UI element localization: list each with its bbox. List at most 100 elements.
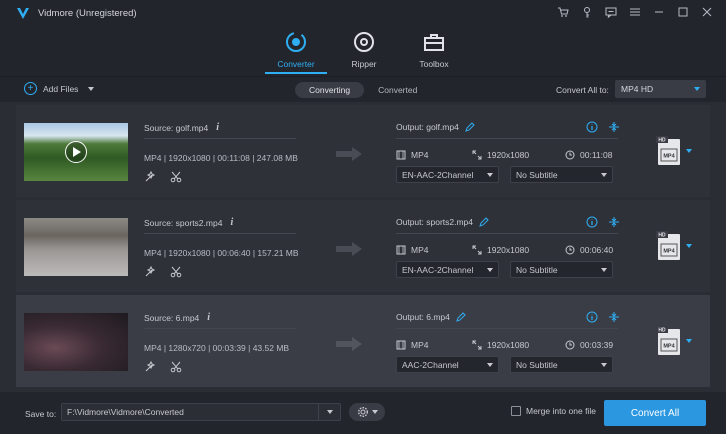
main-tabs-bar: Converter Ripper Toolbox bbox=[0, 27, 726, 77]
tab-converter[interactable]: Converter bbox=[261, 31, 331, 69]
chevron-down-icon[interactable] bbox=[88, 86, 95, 91]
edit-icon[interactable] bbox=[465, 122, 475, 132]
tab-toolbox-label: Toolbox bbox=[419, 59, 449, 69]
svg-text:MP4: MP4 bbox=[663, 154, 675, 160]
svg-text:HD: HD bbox=[658, 138, 666, 144]
add-files-button[interactable]: + Add Files bbox=[24, 82, 95, 95]
output-duration: 00:03:39 bbox=[565, 340, 613, 350]
save-to-label: Save to: bbox=[25, 409, 57, 419]
output-filename: Output: 6.mp4 bbox=[396, 312, 450, 322]
vidmore-logo-icon bbox=[17, 7, 29, 19]
subtitle-select[interactable]: No Subtitle bbox=[510, 166, 613, 183]
maximize-icon[interactable] bbox=[676, 5, 690, 19]
converted-toggle[interactable]: Converted bbox=[364, 82, 431, 98]
video-thumbnail[interactable] bbox=[24, 313, 128, 371]
svg-text:MP4: MP4 bbox=[663, 249, 675, 255]
output-info: Output: sports2.mp4 bbox=[396, 217, 489, 227]
scissors-icon[interactable] bbox=[170, 361, 182, 373]
arrow-right-icon bbox=[336, 337, 362, 351]
subtitle-select[interactable]: No Subtitle bbox=[510, 261, 613, 278]
audio-track-value: EN-AAC-2Channel bbox=[402, 170, 474, 180]
file-row[interactable]: Source: 6.mp4 i MP4 | 1280x720 | 00:03:3… bbox=[16, 295, 710, 387]
add-files-label: Add Files bbox=[43, 83, 79, 94]
edit-icon[interactable] bbox=[456, 312, 466, 322]
output-filename: Output: sports2.mp4 bbox=[396, 217, 474, 227]
save-path-field[interactable]: F:\Vidmore\Vidmore\Converted bbox=[61, 403, 341, 421]
gear-icon bbox=[357, 406, 368, 418]
compress-icon[interactable] bbox=[608, 121, 620, 133]
source-info: Source: 6.mp4 i bbox=[144, 312, 210, 323]
info-icon[interactable]: i bbox=[216, 122, 219, 133]
tab-toolbox[interactable]: Toolbox bbox=[399, 31, 469, 69]
tab-ripper[interactable]: Ripper bbox=[329, 31, 399, 69]
minimize-icon[interactable] bbox=[652, 5, 666, 19]
source-meta: MP4 | 1920x1080 | 00:11:08 | 247.08 MB bbox=[144, 153, 298, 163]
subtitle-select[interactable]: No Subtitle bbox=[510, 356, 613, 373]
settings-button[interactable] bbox=[349, 403, 385, 421]
convert-all-format-select[interactable]: MP4 HD bbox=[615, 80, 706, 98]
play-icon[interactable] bbox=[65, 141, 87, 163]
info-icon[interactable]: i bbox=[207, 312, 210, 323]
audio-track-select[interactable]: AAC-2Channel bbox=[396, 356, 499, 373]
chevron-down-icon[interactable] bbox=[686, 149, 692, 153]
output-format-badge-icon[interactable]: HD MP4 bbox=[654, 135, 684, 167]
merge-label: Merge into one file bbox=[526, 406, 596, 416]
toolbox-icon bbox=[424, 34, 444, 51]
edit-icon[interactable] bbox=[479, 217, 489, 227]
output-duration-value: 00:11:08 bbox=[580, 150, 613, 160]
menu-icon[interactable] bbox=[628, 5, 642, 19]
chevron-down-icon bbox=[371, 410, 378, 414]
scissors-icon[interactable] bbox=[170, 171, 182, 183]
svg-text:HD: HD bbox=[658, 328, 666, 334]
file-row[interactable]: Source: sports2.mp4 i MP4 | 1920x1080 | … bbox=[16, 200, 710, 292]
output-info: Output: golf.mp4 bbox=[396, 122, 475, 132]
info-circle-icon[interactable] bbox=[586, 121, 598, 133]
feedback-icon[interactable] bbox=[604, 5, 618, 19]
film-icon bbox=[396, 150, 406, 160]
status-switch: Converting Converted bbox=[295, 81, 431, 98]
output-format-badge-icon[interactable]: HD MP4 bbox=[654, 325, 684, 357]
magic-wand-icon[interactable] bbox=[144, 171, 156, 183]
magic-wand-icon[interactable] bbox=[144, 361, 156, 373]
arrow-right-icon bbox=[336, 242, 362, 256]
info-circle-icon[interactable] bbox=[586, 216, 598, 228]
chevron-down-icon[interactable] bbox=[318, 403, 341, 421]
source-info: Source: sports2.mp4 i bbox=[144, 217, 233, 228]
output-actions bbox=[586, 311, 620, 323]
checkbox-box[interactable] bbox=[511, 406, 521, 416]
svg-text:HD: HD bbox=[658, 233, 666, 239]
output-format-badge-icon[interactable]: HD MP4 bbox=[654, 230, 684, 262]
edit-tools bbox=[144, 361, 182, 373]
chevron-down-icon[interactable] bbox=[686, 244, 692, 248]
magic-wand-icon[interactable] bbox=[144, 266, 156, 278]
save-path-value: F:\Vidmore\Vidmore\Converted bbox=[67, 407, 184, 417]
app-title: Vidmore (Unregistered) bbox=[38, 8, 137, 19]
arrow-right-icon bbox=[336, 147, 362, 161]
compress-icon[interactable] bbox=[608, 311, 620, 323]
source-meta: MP4 | 1280x720 | 00:03:39 | 43.52 MB bbox=[144, 343, 290, 353]
cart-icon[interactable] bbox=[556, 5, 570, 19]
audio-track-select[interactable]: EN-AAC-2Channel bbox=[396, 261, 499, 278]
merge-checkbox[interactable]: Merge into one file bbox=[511, 406, 596, 416]
convert-all-button[interactable]: Convert All bbox=[604, 400, 706, 426]
audio-track-select[interactable]: EN-AAC-2Channel bbox=[396, 166, 499, 183]
key-icon[interactable] bbox=[580, 5, 594, 19]
converting-toggle[interactable]: Converting bbox=[295, 81, 365, 98]
resize-icon bbox=[472, 340, 482, 350]
output-format: MP4 bbox=[396, 340, 428, 350]
toolbar: + Add Files Converting Converted Convert… bbox=[0, 77, 726, 102]
chevron-down-icon[interactable] bbox=[686, 339, 692, 343]
subtitle-value: No Subtitle bbox=[516, 265, 558, 275]
info-icon[interactable]: i bbox=[230, 217, 233, 228]
chevron-down-icon bbox=[601, 268, 607, 272]
compress-icon[interactable] bbox=[608, 216, 620, 228]
video-thumbnail[interactable] bbox=[24, 123, 128, 181]
subtitle-value: No Subtitle bbox=[516, 170, 558, 180]
file-row[interactable]: Source: golf.mp4 i MP4 | 1920x1080 | 00:… bbox=[16, 105, 710, 197]
scissors-icon[interactable] bbox=[170, 266, 182, 278]
close-icon[interactable] bbox=[700, 5, 714, 19]
bottom-bar: Save to: F:\Vidmore\Vidmore\Converted Me… bbox=[0, 392, 726, 434]
video-thumbnail[interactable] bbox=[24, 218, 128, 276]
output-duration: 00:11:08 bbox=[565, 150, 612, 160]
info-circle-icon[interactable] bbox=[586, 311, 598, 323]
